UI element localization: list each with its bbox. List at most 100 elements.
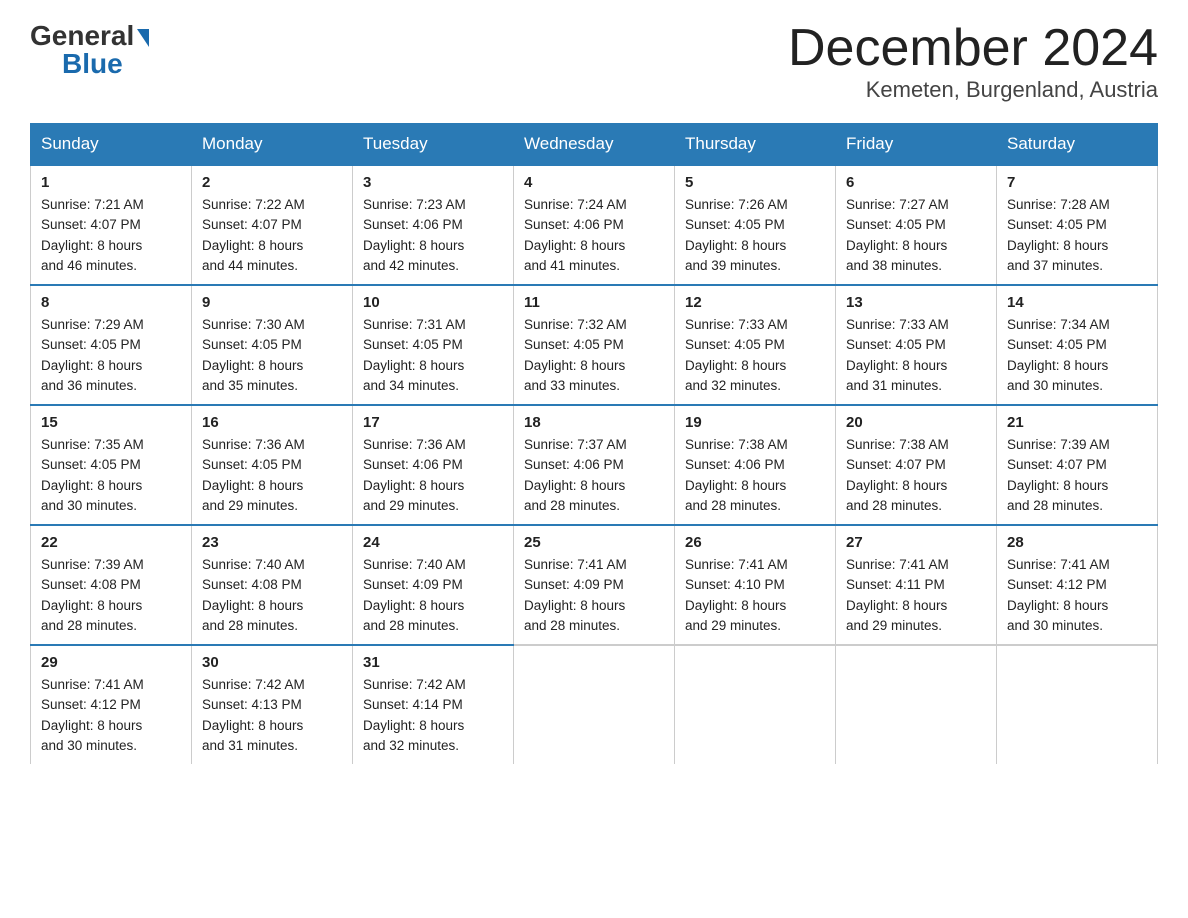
day-number: 1 — [41, 174, 181, 191]
day-info: Sunrise: 7:41 AM Sunset: 4:10 PM Dayligh… — [685, 555, 825, 636]
calendar-cell: 4 Sunrise: 7:24 AM Sunset: 4:06 PM Dayli… — [514, 165, 675, 285]
day-info: Sunrise: 7:41 AM Sunset: 4:11 PM Dayligh… — [846, 555, 986, 636]
day-info: Sunrise: 7:42 AM Sunset: 4:13 PM Dayligh… — [202, 675, 342, 756]
day-number: 19 — [685, 414, 825, 431]
col-saturday: Saturday — [997, 124, 1158, 166]
day-info: Sunrise: 7:32 AM Sunset: 4:05 PM Dayligh… — [524, 315, 664, 396]
day-number: 28 — [1007, 534, 1147, 551]
header-row: Sunday Monday Tuesday Wednesday Thursday… — [31, 124, 1158, 166]
day-number: 12 — [685, 294, 825, 311]
calendar-cell: 29 Sunrise: 7:41 AM Sunset: 4:12 PM Dayl… — [31, 645, 192, 764]
day-number: 18 — [524, 414, 664, 431]
day-info: Sunrise: 7:24 AM Sunset: 4:06 PM Dayligh… — [524, 195, 664, 276]
location-title: Kemeten, Burgenland, Austria — [788, 77, 1158, 103]
day-number: 23 — [202, 534, 342, 551]
col-sunday: Sunday — [31, 124, 192, 166]
title-block: December 2024 Kemeten, Burgenland, Austr… — [788, 20, 1158, 103]
calendar-cell: 3 Sunrise: 7:23 AM Sunset: 4:06 PM Dayli… — [353, 165, 514, 285]
day-number: 11 — [524, 294, 664, 311]
day-number: 9 — [202, 294, 342, 311]
day-number: 5 — [685, 174, 825, 191]
calendar-cell: 22 Sunrise: 7:39 AM Sunset: 4:08 PM Dayl… — [31, 525, 192, 645]
calendar-cell: 17 Sunrise: 7:36 AM Sunset: 4:06 PM Dayl… — [353, 405, 514, 525]
day-info: Sunrise: 7:36 AM Sunset: 4:05 PM Dayligh… — [202, 435, 342, 516]
calendar-cell — [997, 645, 1158, 764]
calendar-cell: 15 Sunrise: 7:35 AM Sunset: 4:05 PM Dayl… — [31, 405, 192, 525]
day-info: Sunrise: 7:40 AM Sunset: 4:08 PM Dayligh… — [202, 555, 342, 636]
day-number: 27 — [846, 534, 986, 551]
calendar-cell: 11 Sunrise: 7:32 AM Sunset: 4:05 PM Dayl… — [514, 285, 675, 405]
calendar-cell: 5 Sunrise: 7:26 AM Sunset: 4:05 PM Dayli… — [675, 165, 836, 285]
calendar-cell — [675, 645, 836, 764]
day-info: Sunrise: 7:40 AM Sunset: 4:09 PM Dayligh… — [363, 555, 503, 636]
calendar-cell: 18 Sunrise: 7:37 AM Sunset: 4:06 PM Dayl… — [514, 405, 675, 525]
calendar-cell: 13 Sunrise: 7:33 AM Sunset: 4:05 PM Dayl… — [836, 285, 997, 405]
calendar-cell: 20 Sunrise: 7:38 AM Sunset: 4:07 PM Dayl… — [836, 405, 997, 525]
day-info: Sunrise: 7:39 AM Sunset: 4:07 PM Dayligh… — [1007, 435, 1147, 516]
calendar-row: 29 Sunrise: 7:41 AM Sunset: 4:12 PM Dayl… — [31, 645, 1158, 764]
day-info: Sunrise: 7:36 AM Sunset: 4:06 PM Dayligh… — [363, 435, 503, 516]
calendar-cell: 6 Sunrise: 7:27 AM Sunset: 4:05 PM Dayli… — [836, 165, 997, 285]
calendar-cell: 21 Sunrise: 7:39 AM Sunset: 4:07 PM Dayl… — [997, 405, 1158, 525]
day-number: 22 — [41, 534, 181, 551]
calendar-cell: 9 Sunrise: 7:30 AM Sunset: 4:05 PM Dayli… — [192, 285, 353, 405]
calendar-cell: 23 Sunrise: 7:40 AM Sunset: 4:08 PM Dayl… — [192, 525, 353, 645]
logo-triangle-icon — [137, 29, 149, 47]
day-number: 20 — [846, 414, 986, 431]
calendar-cell — [514, 645, 675, 764]
calendar-cell: 16 Sunrise: 7:36 AM Sunset: 4:05 PM Dayl… — [192, 405, 353, 525]
day-number: 10 — [363, 294, 503, 311]
calendar-cell: 12 Sunrise: 7:33 AM Sunset: 4:05 PM Dayl… — [675, 285, 836, 405]
calendar-row: 15 Sunrise: 7:35 AM Sunset: 4:05 PM Dayl… — [31, 405, 1158, 525]
day-number: 4 — [524, 174, 664, 191]
day-info: Sunrise: 7:41 AM Sunset: 4:12 PM Dayligh… — [41, 675, 181, 756]
logo: General Blue — [30, 20, 149, 80]
day-number: 8 — [41, 294, 181, 311]
calendar-cell: 26 Sunrise: 7:41 AM Sunset: 4:10 PM Dayl… — [675, 525, 836, 645]
col-tuesday: Tuesday — [353, 124, 514, 166]
calendar-cell: 2 Sunrise: 7:22 AM Sunset: 4:07 PM Dayli… — [192, 165, 353, 285]
day-number: 31 — [363, 654, 503, 671]
calendar-row: 1 Sunrise: 7:21 AM Sunset: 4:07 PM Dayli… — [31, 165, 1158, 285]
day-info: Sunrise: 7:39 AM Sunset: 4:08 PM Dayligh… — [41, 555, 181, 636]
day-number: 30 — [202, 654, 342, 671]
col-friday: Friday — [836, 124, 997, 166]
calendar-cell: 30 Sunrise: 7:42 AM Sunset: 4:13 PM Dayl… — [192, 645, 353, 764]
day-info: Sunrise: 7:41 AM Sunset: 4:09 PM Dayligh… — [524, 555, 664, 636]
day-number: 29 — [41, 654, 181, 671]
day-info: Sunrise: 7:42 AM Sunset: 4:14 PM Dayligh… — [363, 675, 503, 756]
month-title: December 2024 — [788, 20, 1158, 77]
day-info: Sunrise: 7:34 AM Sunset: 4:05 PM Dayligh… — [1007, 315, 1147, 396]
day-number: 21 — [1007, 414, 1147, 431]
day-number: 25 — [524, 534, 664, 551]
calendar-cell: 24 Sunrise: 7:40 AM Sunset: 4:09 PM Dayl… — [353, 525, 514, 645]
day-number: 3 — [363, 174, 503, 191]
day-info: Sunrise: 7:28 AM Sunset: 4:05 PM Dayligh… — [1007, 195, 1147, 276]
day-number: 7 — [1007, 174, 1147, 191]
day-info: Sunrise: 7:33 AM Sunset: 4:05 PM Dayligh… — [685, 315, 825, 396]
day-number: 13 — [846, 294, 986, 311]
calendar-cell: 28 Sunrise: 7:41 AM Sunset: 4:12 PM Dayl… — [997, 525, 1158, 645]
day-info: Sunrise: 7:30 AM Sunset: 4:05 PM Dayligh… — [202, 315, 342, 396]
day-info: Sunrise: 7:37 AM Sunset: 4:06 PM Dayligh… — [524, 435, 664, 516]
day-info: Sunrise: 7:38 AM Sunset: 4:07 PM Dayligh… — [846, 435, 986, 516]
calendar-cell: 31 Sunrise: 7:42 AM Sunset: 4:14 PM Dayl… — [353, 645, 514, 764]
col-wednesday: Wednesday — [514, 124, 675, 166]
calendar-cell: 10 Sunrise: 7:31 AM Sunset: 4:05 PM Dayl… — [353, 285, 514, 405]
calendar-cell: 1 Sunrise: 7:21 AM Sunset: 4:07 PM Dayli… — [31, 165, 192, 285]
calendar-cell: 8 Sunrise: 7:29 AM Sunset: 4:05 PM Dayli… — [31, 285, 192, 405]
day-number: 2 — [202, 174, 342, 191]
day-info: Sunrise: 7:27 AM Sunset: 4:05 PM Dayligh… — [846, 195, 986, 276]
calendar-cell: 19 Sunrise: 7:38 AM Sunset: 4:06 PM Dayl… — [675, 405, 836, 525]
calendar-cell: 7 Sunrise: 7:28 AM Sunset: 4:05 PM Dayli… — [997, 165, 1158, 285]
page-header: General Blue December 2024 Kemeten, Burg… — [30, 20, 1158, 103]
col-thursday: Thursday — [675, 124, 836, 166]
day-info: Sunrise: 7:35 AM Sunset: 4:05 PM Dayligh… — [41, 435, 181, 516]
day-number: 17 — [363, 414, 503, 431]
day-number: 15 — [41, 414, 181, 431]
calendar-cell: 25 Sunrise: 7:41 AM Sunset: 4:09 PM Dayl… — [514, 525, 675, 645]
day-info: Sunrise: 7:29 AM Sunset: 4:05 PM Dayligh… — [41, 315, 181, 396]
day-number: 16 — [202, 414, 342, 431]
day-number: 6 — [846, 174, 986, 191]
calendar-row: 22 Sunrise: 7:39 AM Sunset: 4:08 PM Dayl… — [31, 525, 1158, 645]
